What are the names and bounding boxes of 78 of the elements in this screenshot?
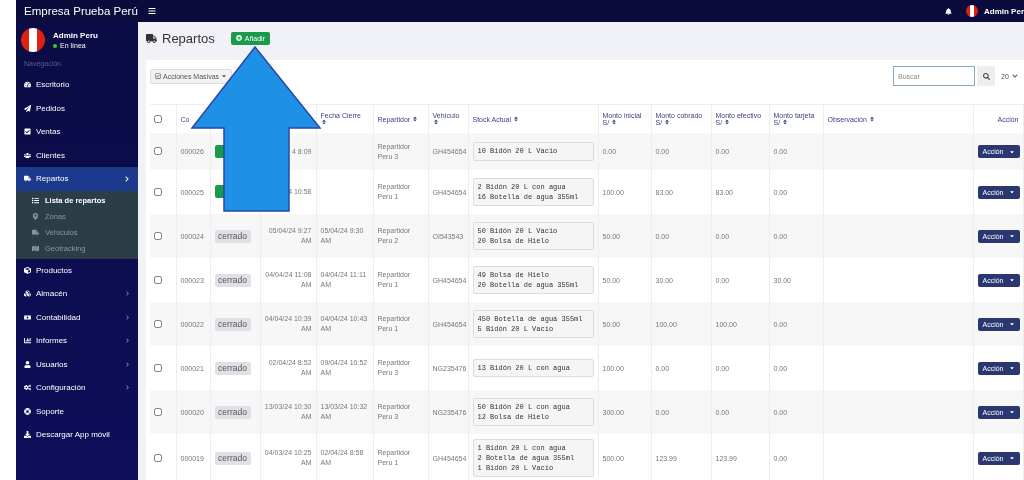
user-name[interactable]: Admin Per: [984, 6, 1024, 16]
caret-icon: [1008, 189, 1015, 195]
sort-icon: [724, 119, 731, 125]
status-badge: cerrado: [214, 361, 251, 375]
truck-icon: [32, 229, 39, 236]
caret-icon: [221, 73, 228, 79]
caret-icon: [1008, 455, 1015, 461]
map-icon: [32, 245, 39, 252]
sort-icon: [611, 119, 618, 125]
sort-icon: [432, 119, 439, 125]
bell-icon[interactable]: [945, 7, 952, 15]
truck-icon: [24, 175, 31, 183]
gears-icon: [24, 384, 31, 392]
checkbox-icon: [24, 128, 31, 136]
row-checkbox[interactable]: [154, 407, 162, 416]
row-checkbox[interactable]: [154, 319, 162, 328]
plus-icon: [235, 35, 242, 41]
row-checkbox[interactable]: [154, 275, 162, 284]
status-badge: cerrado: [214, 273, 251, 287]
app-title: Empresa Prueba Perú: [23, 5, 139, 17]
user-name: Admin Peru: [53, 31, 98, 40]
lifebuoy-icon: [24, 407, 31, 415]
pin-icon: [32, 213, 39, 220]
search-button[interactable]: [977, 66, 995, 86]
row-checkbox[interactable]: [154, 187, 162, 196]
nav-item[interactable]: Contabilidad: [16, 305, 138, 329]
cubes-icon: [24, 290, 31, 298]
cube-icon: [24, 266, 31, 274]
users-icon: [24, 151, 31, 159]
menu-icon[interactable]: [148, 7, 156, 15]
row-checkbox[interactable]: [154, 147, 162, 155]
sort-icon: [868, 115, 875, 122]
caret-icon: [1008, 148, 1015, 155]
nav-item[interactable]: Descargar App móvil: [16, 423, 138, 447]
nav-item[interactable]: Soporte: [16, 399, 138, 423]
caret-icon: [1008, 277, 1015, 283]
nav-item[interactable]: Ventas: [16, 120, 138, 144]
nav-item[interactable]: Usuarios: [16, 352, 138, 376]
paper-plane-icon: [24, 104, 31, 112]
row-checkbox[interactable]: [154, 231, 162, 240]
caret-icon: [1008, 233, 1015, 239]
status-badge: cerrado: [214, 229, 251, 243]
row-checkbox[interactable]: [154, 363, 162, 372]
page-title: Repartos: [162, 30, 215, 46]
sort-icon: [664, 119, 671, 125]
chevron-icon: [1011, 73, 1018, 79]
status-badge: cerrado: [214, 317, 251, 331]
user-icon: [24, 360, 31, 368]
nav-item[interactable]: Repartos: [16, 167, 138, 191]
status-badge: cerrado: [214, 451, 251, 465]
sort-icon: [412, 115, 419, 122]
download-icon: [24, 431, 31, 439]
avatar: [21, 28, 45, 52]
online-dot: [53, 43, 57, 48]
nav-item[interactable]: Informes: [16, 329, 138, 353]
status-badge: cerrado: [214, 405, 251, 419]
nav-item[interactable]: Productos: [16, 258, 138, 282]
nav-item[interactable]: Configuración: [16, 376, 138, 400]
avatar[interactable]: [966, 5, 978, 17]
select-all-checkbox[interactable]: [154, 114, 162, 123]
search-icon: [982, 72, 990, 80]
caret-icon: [1008, 321, 1015, 327]
bar-chart-icon: [24, 337, 31, 345]
sort-icon: [320, 119, 327, 125]
sort-icon: [782, 119, 789, 125]
nav-item[interactable]: Pedidos: [16, 96, 138, 120]
row-checkbox[interactable]: [154, 453, 162, 462]
nav-item[interactable]: Escritorio: [16, 73, 138, 97]
checkbox-icon: [155, 73, 161, 79]
list-icon: [32, 197, 39, 204]
gauge-icon: [24, 81, 31, 89]
nav-item[interactable]: Clientes: [16, 143, 138, 167]
money-icon: [24, 313, 31, 321]
truck-icon: [146, 32, 157, 44]
caret-icon: [1008, 365, 1015, 371]
sort-icon: [513, 115, 519, 122]
caret-icon: [1008, 409, 1015, 415]
nav-item[interactable]: Almacén: [16, 282, 138, 306]
